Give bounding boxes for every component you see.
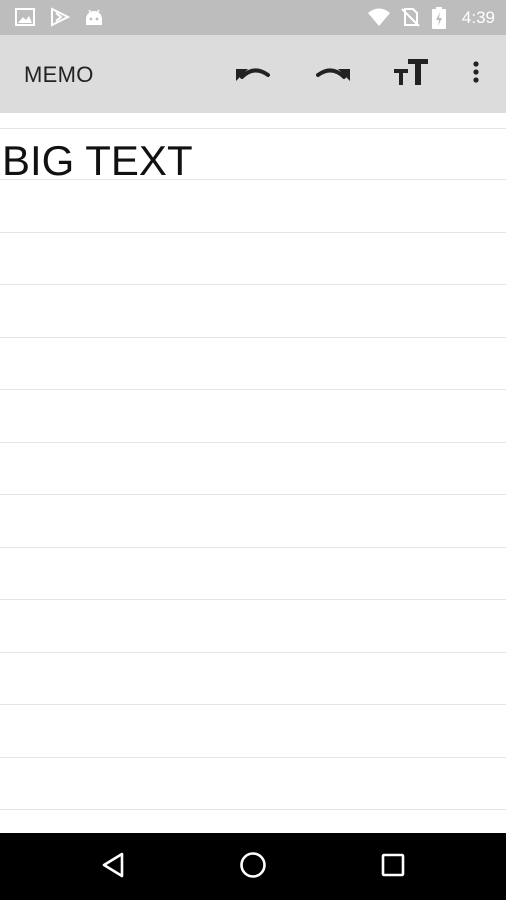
text-size-icon <box>392 57 430 92</box>
memo-line <box>0 128 506 129</box>
app-title: MEMO <box>24 62 94 87</box>
android-icon <box>83 7 105 32</box>
status-bar: 4:39 <box>0 0 506 35</box>
more-options-button[interactable] <box>456 54 496 94</box>
back-icon <box>100 851 126 884</box>
navigation-bar <box>0 833 506 900</box>
memo-editor[interactable]: BIG TEXT <box>0 113 506 833</box>
home-icon <box>238 850 268 885</box>
recents-icon <box>380 852 406 883</box>
memo-line <box>0 284 506 285</box>
undo-icon <box>234 59 274 90</box>
recents-button[interactable] <box>373 847 413 887</box>
memo-line <box>0 599 506 600</box>
app-bar: MEMO <box>0 35 506 113</box>
undo-button[interactable] <box>234 54 274 94</box>
memo-line <box>0 547 506 548</box>
back-button[interactable] <box>93 847 133 887</box>
memo-line <box>0 337 506 338</box>
no-sim-icon <box>400 7 420 32</box>
redo-button[interactable] <box>312 54 352 94</box>
memo-text[interactable]: BIG TEXT <box>2 137 193 185</box>
memo-line <box>0 389 506 390</box>
memo-line <box>0 757 506 758</box>
status-time: 4:39 <box>461 8 495 27</box>
memo-line <box>0 442 506 443</box>
screen: 4:39 MEMO BIG TEXT <box>0 0 506 900</box>
text-size-button[interactable] <box>391 54 431 94</box>
battery-charging-icon <box>432 7 446 34</box>
memo-line <box>0 652 506 653</box>
redo-icon <box>312 59 352 90</box>
memo-line <box>0 232 506 233</box>
memo-line <box>0 809 506 810</box>
wifi-icon <box>367 7 391 32</box>
memo-line <box>0 494 506 495</box>
more-vert-icon <box>472 60 480 89</box>
memo-line <box>0 704 506 705</box>
play-store-icon <box>49 7 71 32</box>
image-icon <box>14 7 36 32</box>
home-button[interactable] <box>233 847 273 887</box>
